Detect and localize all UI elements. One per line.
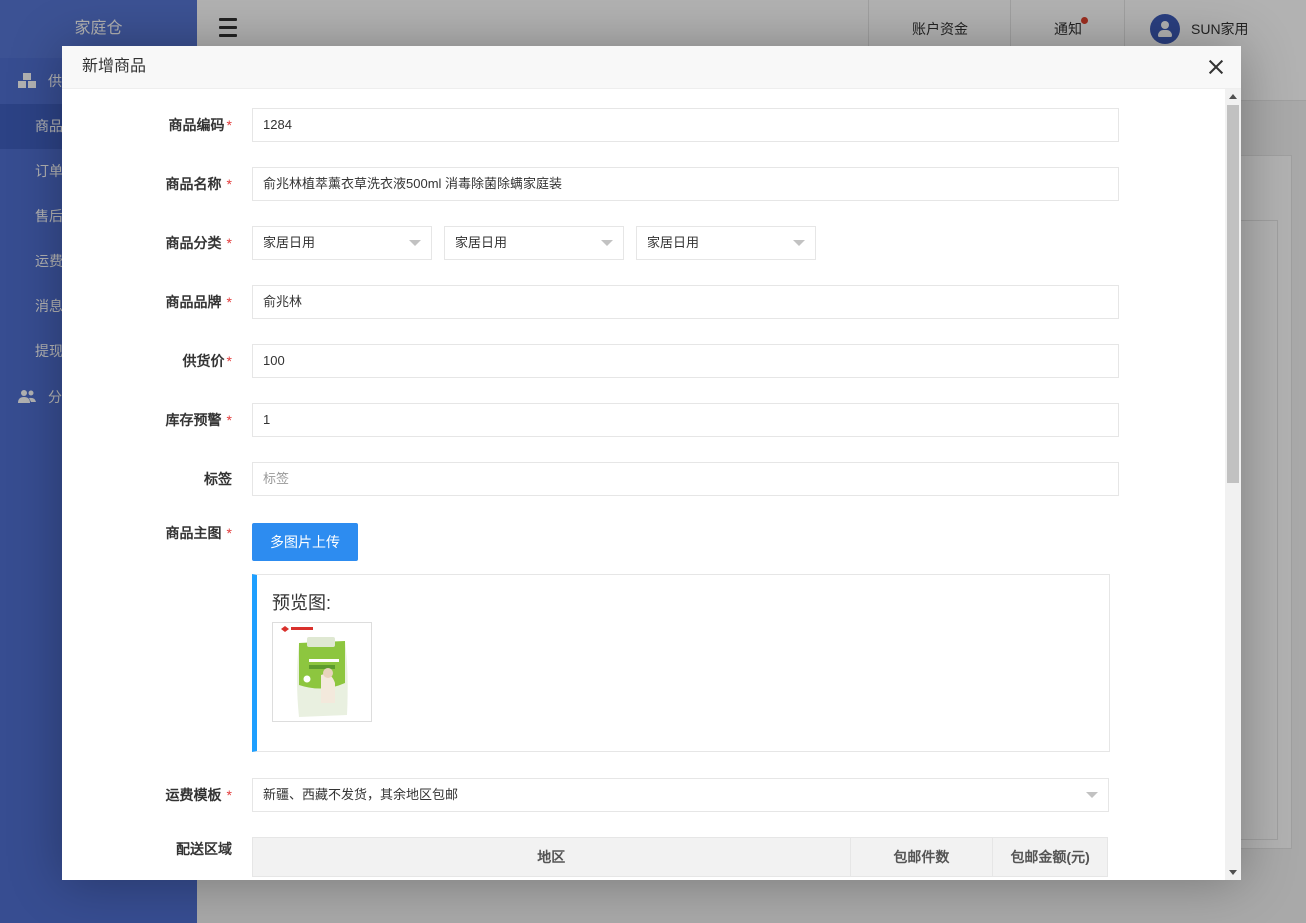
delivery-area-table: 地区 包邮件数 包邮金额(元) bbox=[252, 837, 1108, 877]
detergent-pouch-image bbox=[273, 623, 371, 721]
image-preview-box: 预览图: bbox=[252, 574, 1110, 752]
preview-title: 预览图: bbox=[272, 593, 332, 613]
category-select-level1[interactable]: 家居日用 bbox=[252, 226, 432, 260]
dialog-scrollbar[interactable] bbox=[1225, 89, 1241, 880]
price-label: 供货价 * bbox=[182, 353, 232, 369]
column-header-free-amount: 包邮金额(元) bbox=[992, 837, 1108, 877]
column-header-area: 地区 bbox=[252, 837, 851, 877]
chevron-down-icon bbox=[1086, 792, 1098, 798]
shipping-template-select[interactable]: 新疆、西藏不发货，其余地区包邮 bbox=[252, 778, 1109, 812]
add-product-dialog: 新增商品 商品编码 * 1284 商品名称 * 俞兆林植萃薰衣草洗衣液500ml 消… bbox=[62, 46, 1241, 880]
scroll-down-icon[interactable] bbox=[1229, 870, 1237, 875]
tags-label: 标签 bbox=[204, 471, 232, 487]
name-label: 商品名称 * bbox=[165, 176, 232, 192]
stock-alert-input[interactable]: 1 bbox=[252, 403, 1119, 437]
product-image-thumbnail[interactable] bbox=[272, 622, 372, 722]
code-label: 商品编码 * bbox=[168, 117, 232, 133]
chevron-down-icon bbox=[793, 240, 805, 246]
brand-label: 商品品牌 * bbox=[165, 294, 232, 310]
supply-price-input[interactable]: 100 bbox=[252, 344, 1119, 378]
delivery-label: 配送区域 bbox=[176, 841, 232, 857]
tags-input[interactable]: 标签 bbox=[252, 462, 1119, 496]
category-label: 商品分类 * bbox=[165, 235, 232, 251]
shipping-label: 运费模板 * bbox=[165, 787, 232, 803]
multi-image-upload-button[interactable]: 多图片上传 bbox=[252, 523, 358, 561]
dialog-body: 商品编码 * 1284 商品名称 * 俞兆林植萃薰衣草洗衣液500ml 消毒除菌除螨… bbox=[62, 89, 1225, 880]
scroll-thumb[interactable] bbox=[1227, 105, 1239, 483]
column-header-free-count: 包邮件数 bbox=[849, 837, 994, 877]
main-image-label: 商品主图 * bbox=[165, 525, 232, 541]
chevron-down-icon bbox=[601, 240, 613, 246]
stock-alert-label: 库存预警 * bbox=[165, 412, 232, 428]
close-icon[interactable] bbox=[1209, 60, 1223, 74]
brand-input[interactable]: 俞兆林 bbox=[252, 285, 1119, 319]
category-select-level2[interactable]: 家居日用 bbox=[444, 226, 624, 260]
product-code-input[interactable]: 1284 bbox=[252, 108, 1119, 142]
chevron-down-icon bbox=[409, 240, 421, 246]
dialog-header: 新增商品 bbox=[62, 46, 1241, 89]
product-name-input[interactable]: 俞兆林植萃薰衣草洗衣液500ml 消毒除菌除螨家庭装 bbox=[252, 167, 1119, 201]
scroll-up-icon[interactable] bbox=[1229, 94, 1237, 99]
category-select-level3[interactable]: 家居日用 bbox=[636, 226, 816, 260]
dialog-title: 新增商品 bbox=[82, 58, 147, 75]
